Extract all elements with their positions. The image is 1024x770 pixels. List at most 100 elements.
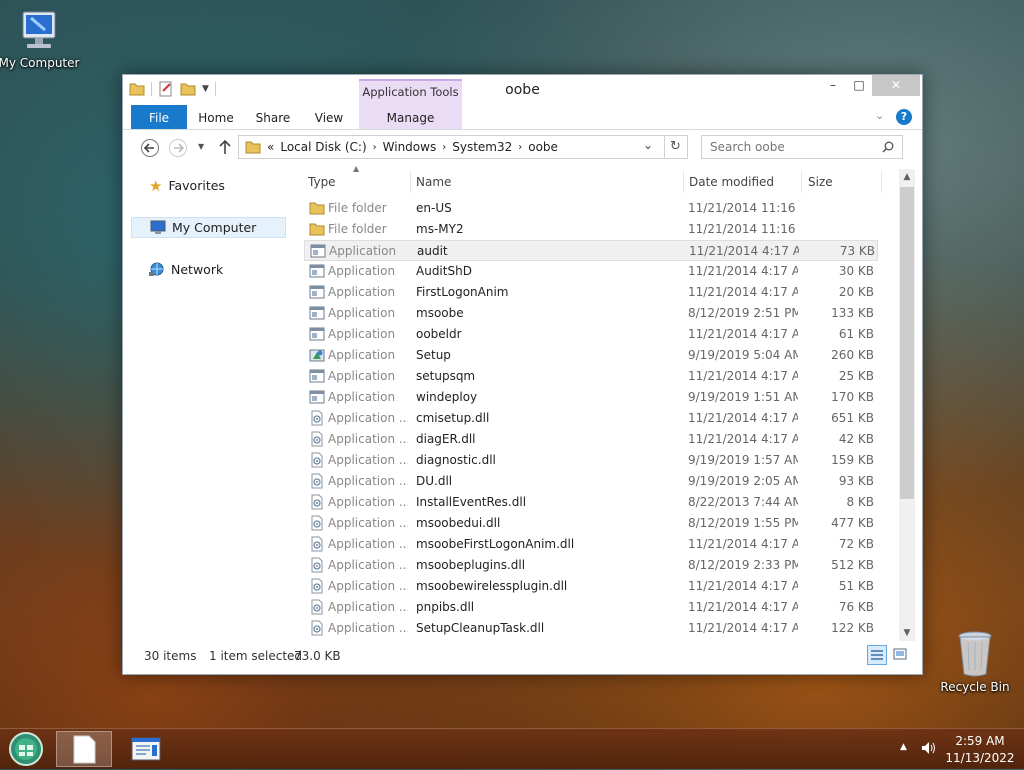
table-row[interactable]: Application AuditShD 11/21/2014 4:17 AM 30 … xyxy=(304,261,878,282)
cell-date-modified: 8/22/2013 7:44 AM xyxy=(688,495,798,509)
table-row[interactable]: Application audit 11/21/2014 4:17 AM 73 KB xyxy=(304,240,878,261)
table-row[interactable]: Application FirstLogonAnim 11/21/2014 4:17… xyxy=(304,282,878,303)
cell-type: Application ... xyxy=(328,474,408,488)
application-icon xyxy=(309,284,325,300)
chevron-right-icon[interactable]: › xyxy=(442,142,446,153)
vertical-scrollbar[interactable]: ▲ ▼ xyxy=(899,169,915,641)
table-row[interactable]: Application msoobe 8/12/2019 2:51 PM 133 KB xyxy=(304,303,878,324)
desktop-icon-my-computer[interactable]: My Computer xyxy=(0,8,81,70)
recent-locations-icon[interactable]: ▼ xyxy=(198,142,204,151)
start-button[interactable] xyxy=(6,731,46,767)
tab-home[interactable]: Home xyxy=(193,105,239,129)
column-header-name[interactable]: Name xyxy=(416,171,676,193)
forward-button[interactable] xyxy=(168,138,188,158)
table-row[interactable]: Application ... SetupCleanupTask.dll 11/21… xyxy=(304,618,878,639)
cell-size: 8 KB xyxy=(846,495,874,509)
back-arrow-icon xyxy=(141,139,159,157)
table-row[interactable]: Application windeploy 9/19/2019 1:51 AM 170… xyxy=(304,387,878,408)
up-button[interactable] xyxy=(217,138,233,159)
address-bar[interactable]: « Local Disk (C:) › Windows › System32 ›… xyxy=(238,135,665,159)
dll-icon xyxy=(309,452,325,468)
table-row[interactable]: Application setupsqm 11/21/2014 4:17 AM 25 … xyxy=(304,366,878,387)
show-hidden-icons-icon[interactable]: ▲ xyxy=(900,742,907,752)
cell-date-modified: 8/12/2019 2:51 PM xyxy=(688,306,798,320)
column-separator[interactable] xyxy=(801,171,802,193)
clock-time[interactable]: 2:59 AM xyxy=(944,734,1016,748)
nav-item-favorites[interactable]: ★ Favorites xyxy=(131,175,286,196)
table-row[interactable]: Application ... DU.dll 9/19/2019 2:05 AM 93… xyxy=(304,471,878,492)
minimize-button[interactable]: – xyxy=(820,75,846,96)
clock-date[interactable]: 11/13/2022 xyxy=(944,751,1016,765)
tab-file[interactable]: File xyxy=(131,105,187,129)
forward-arrow-icon xyxy=(169,139,187,157)
scroll-down-icon[interactable]: ▼ xyxy=(899,625,915,641)
large-icons-view-button[interactable] xyxy=(891,645,911,665)
taskbar-button-explorer[interactable] xyxy=(56,731,112,767)
volume-icon[interactable] xyxy=(920,739,938,760)
table-row[interactable]: Application ... diagER.dll 11/21/2014 4:17… xyxy=(304,429,878,450)
details-view-button[interactable] xyxy=(867,645,887,665)
breadcrumb-item-windows[interactable]: Windows xyxy=(383,140,437,154)
cell-type: Application ... xyxy=(328,411,408,425)
table-row[interactable]: Application ... msoobeFirstLogonAnim.dll 1… xyxy=(304,534,878,555)
column-separator[interactable] xyxy=(683,171,684,193)
chevron-right-icon[interactable]: › xyxy=(518,142,522,153)
breadcrumb-item-oobe[interactable]: oobe xyxy=(528,140,558,154)
table-row[interactable]: Application ... diagnostic.dll 9/19/2019 1… xyxy=(304,450,878,471)
item-count: 30 items xyxy=(144,649,197,663)
tab-manage[interactable]: Manage xyxy=(359,105,462,129)
scrollbar-thumb[interactable] xyxy=(900,187,914,499)
application-icon xyxy=(309,263,325,279)
table-row[interactable]: File folder en-US 11/21/2014 11:16 ... xyxy=(304,198,878,219)
table-row[interactable]: Application ... msoobeplugins.dll 8/12/201… xyxy=(304,555,878,576)
column-header-size[interactable]: Size xyxy=(808,171,878,193)
table-row[interactable]: File folder ms-MY2 11/21/2014 11:16 ... xyxy=(304,219,878,240)
table-row[interactable]: Application ... msoobewirelessplugin.dll 1… xyxy=(304,576,878,597)
nav-item-my-computer[interactable]: My Computer xyxy=(131,217,286,238)
column-separator[interactable] xyxy=(410,171,411,193)
dll-icon xyxy=(309,473,325,489)
details-view-icon xyxy=(871,650,883,660)
taskbar: ▲ 2:59 AM 11/13/2022 xyxy=(0,728,1024,769)
cell-date-modified: 11/21/2014 4:17 AM xyxy=(689,244,799,258)
cell-type: File folder xyxy=(328,222,387,236)
search-box[interactable] xyxy=(701,135,903,159)
search-input[interactable] xyxy=(708,138,877,156)
address-dropdown-icon[interactable]: ⌄ xyxy=(643,138,653,152)
table-row[interactable]: Application ... cmisetup.dll 11/21/2014 4:… xyxy=(304,408,878,429)
tab-view[interactable]: View xyxy=(307,105,351,129)
help-icon[interactable]: ? xyxy=(896,109,912,125)
table-row[interactable]: Application ... InstallEventRes.dll 8/22/2… xyxy=(304,492,878,513)
back-button[interactable] xyxy=(140,138,160,158)
chevron-right-icon[interactable]: › xyxy=(373,142,377,153)
star-icon: ★ xyxy=(149,176,163,195)
scroll-up-icon[interactable]: ▲ xyxy=(899,169,915,185)
cell-name: msoobeplugins.dll xyxy=(416,558,526,572)
table-row[interactable]: Application oobeldr 11/21/2014 4:17 AM 61 K… xyxy=(304,324,878,345)
search-icon[interactable] xyxy=(882,141,894,153)
table-row[interactable]: Application ... pnpibs.dll 11/21/2014 4:17… xyxy=(304,597,878,618)
refresh-button[interactable]: ↻ xyxy=(664,135,688,159)
cell-type: Application ... xyxy=(328,453,408,467)
close-button[interactable]: ✕ xyxy=(872,75,920,96)
status-bar: 30 items 1 item selected 73.0 KB xyxy=(123,643,922,673)
cell-date-modified: 11/21/2014 4:17 AM xyxy=(688,579,798,593)
column-header-type[interactable]: Type xyxy=(308,171,408,193)
column-separator[interactable] xyxy=(881,171,882,193)
table-row[interactable]: Application Setup 9/19/2019 5:04 AM 260 KB xyxy=(304,345,878,366)
breadcrumb-item-local-disk[interactable]: Local Disk (C:) xyxy=(280,140,366,154)
cell-date-modified: 11/21/2014 4:17 AM xyxy=(688,600,798,614)
maximize-button[interactable]: □ xyxy=(846,75,872,96)
cell-date-modified: 11/21/2014 11:16 ... xyxy=(688,201,798,215)
breadcrumb-item-system32[interactable]: System32 xyxy=(452,140,512,154)
column-header-date-modified[interactable]: Date modified xyxy=(689,171,799,193)
table-row[interactable]: Application ... msoobedui.dll 8/12/2019 1:… xyxy=(304,513,878,534)
expand-ribbon-icon[interactable]: ⌄ xyxy=(875,109,884,122)
tab-share[interactable]: Share xyxy=(249,105,297,129)
nav-item-network[interactable]: Network xyxy=(131,259,286,280)
cell-type: Application xyxy=(328,264,396,278)
breadcrumb-overflow[interactable]: « xyxy=(267,140,274,154)
desktop-icon-recycle-bin[interactable]: Recycle Bin xyxy=(933,630,1017,694)
taskbar-button-app[interactable] xyxy=(122,731,170,767)
cell-type: Application ... xyxy=(328,579,408,593)
